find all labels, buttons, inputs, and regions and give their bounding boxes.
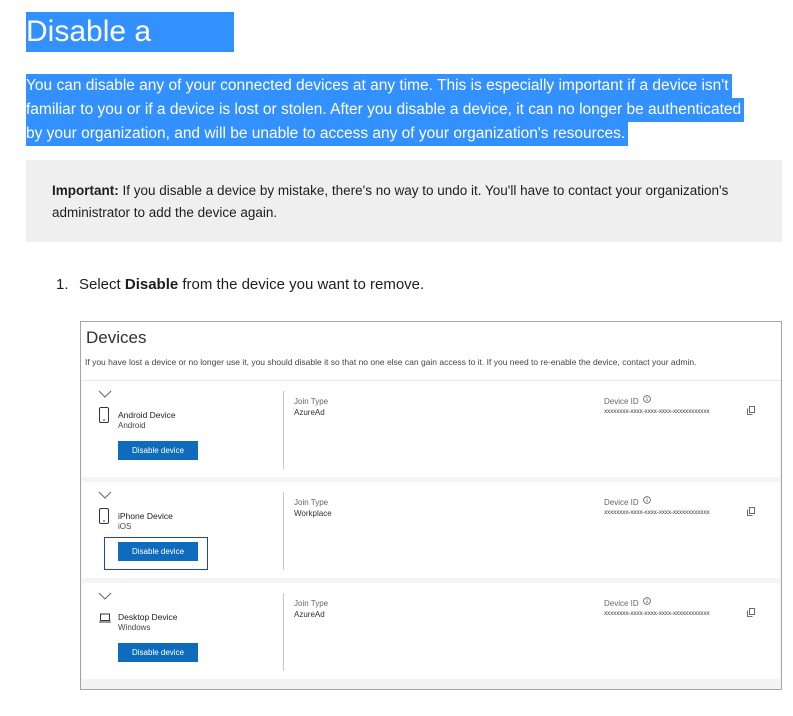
copy-icon[interactable] <box>747 406 755 415</box>
laptop-icon <box>99 613 111 623</box>
device-id-value: xxxxxxxx-xxxx-xxxx-xxxx-xxxxxxxxxxxx <box>604 509 710 516</box>
device-name: Desktop Device <box>118 612 178 622</box>
note-label: Important: <box>52 183 119 198</box>
step-number: 1. <box>56 276 69 293</box>
device-name: iPhone Device <box>118 511 173 521</box>
divider <box>283 593 284 671</box>
step-text-after: from the device you want to remove. <box>178 276 425 293</box>
join-type-label: Join Type <box>294 397 329 406</box>
device-card-desktop: Desktop Device Windows Disable device Jo… <box>82 583 780 679</box>
chevron-down-icon[interactable] <box>98 591 112 601</box>
join-type-value: AzureAd <box>294 610 325 619</box>
intro-paragraph: You can disable any of your connected de… <box>26 74 776 146</box>
device-card-android: Android Device Android Disable device Jo… <box>82 381 780 477</box>
join-type-label: Join Type <box>294 498 329 507</box>
device-card-iphone: iPhone Device iOS Disable device Join Ty… <box>82 482 780 578</box>
intro-line: by your organization, and will be unable… <box>26 122 629 146</box>
disable-device-button[interactable]: Disable device <box>118 643 198 662</box>
disable-device-button[interactable]: Disable device <box>118 542 198 561</box>
divider <box>283 492 284 570</box>
copy-icon[interactable] <box>747 608 755 617</box>
intro-line: familiar to you or if a device is lost o… <box>26 98 745 122</box>
join-type-value: Workplace <box>294 509 332 518</box>
info-icon[interactable] <box>643 395 651 403</box>
device-os: Android <box>118 421 146 430</box>
device-id-label: Device ID <box>604 397 639 406</box>
important-note: Important: If you disable a device by mi… <box>26 160 782 242</box>
device-id-value: xxxxxxxx-xxxx-xxxx-xxxx-xxxxxxxxxxxx <box>604 610 710 617</box>
note-text: If you disable a device by mistake, ther… <box>52 183 729 220</box>
devices-subtitle: If you have lost a device or no longer u… <box>85 357 697 367</box>
chevron-down-icon[interactable] <box>98 490 112 500</box>
step-item: 1. Select Disable from the device you wan… <box>56 273 424 297</box>
intro-line: You can disable any of your connected de… <box>26 74 732 98</box>
step-text-before: Select <box>79 276 125 293</box>
join-type-value: AzureAd <box>294 408 325 417</box>
device-os: iOS <box>118 522 132 531</box>
step-bold: Disable <box>124 276 179 293</box>
divider <box>283 391 284 469</box>
device-name: Android Device <box>118 410 176 420</box>
info-icon[interactable] <box>643 496 651 504</box>
page-title: Disable a device <box>26 12 234 88</box>
join-type-label: Join Type <box>294 599 329 608</box>
devices-header: Devices If you have lost a device or no … <box>81 322 781 381</box>
phone-icon <box>99 407 109 423</box>
copy-icon[interactable] <box>747 507 755 516</box>
phone-icon <box>99 508 109 524</box>
device-id-label: Device ID <box>604 498 639 507</box>
device-id-label: Device ID <box>604 599 639 608</box>
disable-device-button[interactable]: Disable device <box>118 441 198 460</box>
devices-screenshot: Devices If you have lost a device or no … <box>80 321 782 690</box>
chevron-down-icon[interactable] <box>98 389 112 399</box>
device-os: Windows <box>118 623 151 632</box>
info-icon[interactable] <box>643 597 651 605</box>
devices-title: Devices <box>86 328 147 347</box>
device-id-value: xxxxxxxx-xxxx-xxxx-xxxx-xxxxxxxxxxxx <box>604 408 710 415</box>
